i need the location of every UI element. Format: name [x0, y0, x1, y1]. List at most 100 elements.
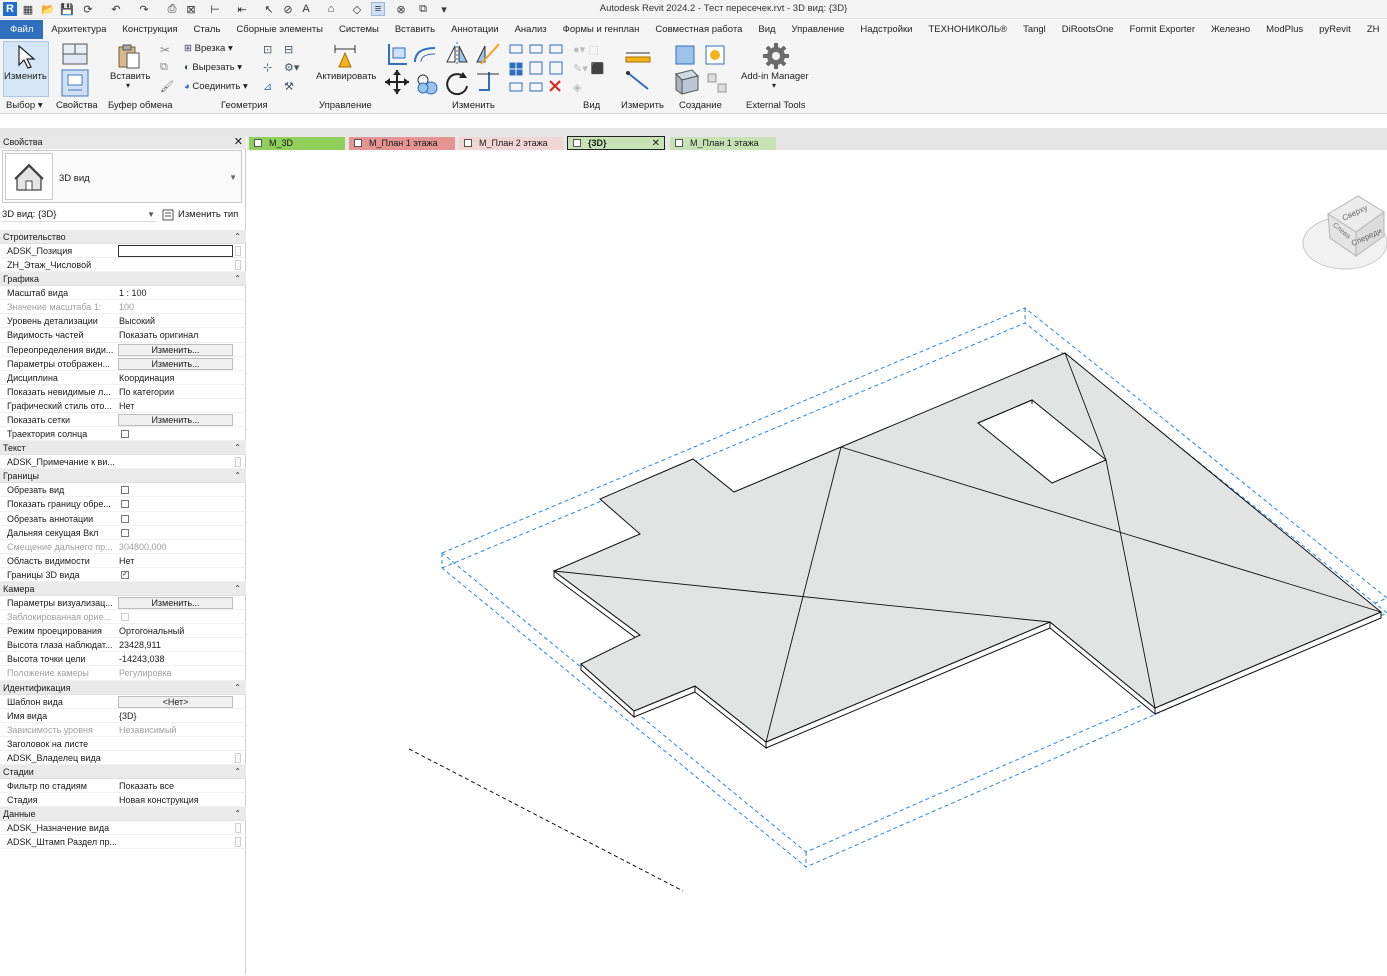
3d-view-canvas[interactable]: Сверху Спереди Слева — [247, 150, 1387, 974]
panel-select-label[interactable]: Выбор ▾ — [6, 100, 43, 111]
unpin-icon[interactable] — [549, 61, 563, 75]
split-icon[interactable] — [509, 44, 523, 54]
property-value[interactable]: 1 : 100 — [119, 286, 233, 300]
property-value[interactable]: Ортогональный — [119, 624, 233, 638]
measure-icons[interactable] — [624, 43, 660, 95]
align-icon[interactable] — [388, 44, 407, 65]
parameter-button[interactable] — [235, 752, 241, 763]
property-checkbox[interactable] — [121, 514, 129, 523]
scale-icon[interactable] — [529, 61, 543, 75]
mirror-axis-icon[interactable] — [446, 42, 468, 64]
trim-icon[interactable] — [477, 72, 499, 91]
collapse-icon[interactable]: ⌃ — [234, 582, 241, 596]
view-tab[interactable]: М_План 2 этажа — [459, 137, 563, 150]
menu-tab-3[interactable]: Сталь — [186, 20, 229, 39]
cut-geometry-button[interactable]: ⊞ Врезка ▾ — [184, 43, 233, 54]
property-group-header[interactable]: Строительство ⌃ — [0, 230, 246, 244]
demolish-icon[interactable]: ⊟ — [284, 43, 293, 56]
properties-icon[interactable] — [60, 42, 90, 100]
property-group-header[interactable]: Стадии ⌃ — [0, 765, 246, 779]
activate-label[interactable]: Активировать — [316, 71, 377, 82]
property-group-header[interactable]: Камера ⌃ — [0, 581, 246, 596]
property-value[interactable]: Нет — [119, 554, 233, 568]
cut-icon[interactable]: ✂ — [160, 43, 170, 57]
rotate-icon[interactable] — [446, 72, 468, 96]
property-input[interactable] — [118, 245, 233, 257]
collapse-icon[interactable]: ⌃ — [234, 765, 241, 779]
menu-tab-15[interactable]: Tangl — [1015, 20, 1054, 39]
mirror-draw-icon[interactable] — [476, 43, 500, 65]
collapse-icon[interactable]: ⌃ — [234, 272, 241, 286]
linework-icon[interactable]: ◈ — [573, 81, 581, 94]
copy-icon[interactable]: ⧉ — [160, 61, 168, 74]
property-value[interactable]: Координация — [119, 371, 233, 385]
view-tab[interactable]: М_3D — [249, 137, 345, 150]
paste-label[interactable]: Вставить — [110, 71, 150, 82]
hide-icon[interactable]: ●▾ ⬚ — [573, 43, 599, 56]
paint-icon[interactable]: ⊿ — [263, 80, 272, 93]
cope-button[interactable]: ◐ Вырезать ▾ — [184, 62, 242, 73]
create-icons[interactable] — [672, 42, 732, 96]
menu-tab-19[interactable]: ModPlus — [1258, 20, 1311, 39]
property-edit-button[interactable]: <Нет> — [118, 695, 233, 708]
delete-icon[interactable] — [549, 80, 561, 92]
array-icon[interactable] — [509, 82, 523, 92]
property-group-header[interactable]: Текст ⌃ — [0, 441, 246, 456]
property-edit-button[interactable]: Изменить... — [118, 414, 233, 427]
property-checkbox[interactable] — [121, 500, 129, 509]
activate-icon[interactable] — [332, 43, 358, 71]
close-icon[interactable]: ✕ — [234, 136, 243, 149]
property-edit-button[interactable]: Изменить... — [118, 357, 233, 370]
offset-icon[interactable] — [414, 47, 436, 63]
menu-tab-6[interactable]: Вставить — [387, 20, 443, 39]
parameter-button[interactable] — [235, 457, 241, 468]
property-checkbox[interactable] — [121, 486, 129, 495]
menu-tab-18[interactable]: Железно — [1203, 20, 1258, 39]
parameter-button[interactable] — [235, 260, 241, 271]
property-group-header[interactable]: Графика ⌃ — [0, 272, 246, 287]
property-value[interactable]: Нет — [119, 399, 233, 413]
property-value[interactable]: Новая конструкция — [119, 793, 233, 807]
collapse-icon[interactable]: ⌃ — [234, 230, 241, 244]
pin-icon[interactable] — [549, 44, 563, 54]
menu-tab-14[interactable]: ТЕХНОНИКОЛЬ® — [920, 20, 1015, 39]
property-edit-button[interactable]: Изменить... — [118, 596, 233, 609]
addin-dropdown-icon[interactable]: ▾ — [772, 81, 776, 90]
collapse-icon[interactable]: ⌃ — [234, 441, 241, 455]
copy-elements-icon[interactable] — [417, 74, 438, 95]
parameter-button[interactable] — [235, 837, 241, 848]
split-face-icon[interactable]: ⊹ — [263, 61, 272, 74]
menu-tab-0[interactable]: Файл — [0, 20, 44, 39]
menu-tab-11[interactable]: Вид — [750, 20, 783, 39]
beam-join-icon[interactable]: ⚙▾ — [284, 61, 299, 74]
property-group-header[interactable]: Идентификация ⌃ — [0, 680, 246, 695]
hammer-icon[interactable]: ⚒ — [284, 80, 294, 93]
menu-tab-20[interactable]: pyRevit — [1311, 20, 1359, 39]
parameter-button[interactable] — [235, 823, 241, 834]
override-icon[interactable]: ✎▾ ⬛ — [573, 62, 605, 75]
paste-icon[interactable] — [116, 43, 142, 71]
paste-dropdown-icon[interactable]: ▾ — [126, 81, 130, 90]
property-value[interactable]: 23428,911 — [119, 638, 233, 652]
menu-tab-2[interactable]: Конструкция — [114, 20, 185, 39]
property-checkbox[interactable]: ✓ — [121, 570, 129, 579]
move-icon[interactable] — [385, 70, 409, 94]
property-checkbox[interactable] — [121, 430, 129, 439]
close-tab-icon[interactable]: ✕ — [652, 137, 660, 150]
menu-tab-9[interactable]: Формы и генплан — [555, 20, 648, 39]
property-value[interactable]: Показать все — [119, 779, 233, 793]
property-group-header[interactable]: Данные ⌃ — [0, 807, 246, 822]
view-tab[interactable]: М_План 1 этажа — [349, 137, 455, 150]
type-selector[interactable]: 3D вид ▼ — [2, 150, 242, 203]
property-value[interactable]: -14243,038 — [119, 652, 233, 666]
menu-tab-12[interactable]: Управление — [784, 20, 853, 39]
parameter-button[interactable] — [235, 246, 241, 256]
property-value[interactable]: По категории — [119, 385, 233, 399]
menu-tab-1[interactable]: Архитектура — [43, 20, 114, 39]
type-dropdown-icon[interactable]: ▼ — [229, 173, 237, 182]
menu-tab-16[interactable]: DiRootsOne — [1054, 20, 1122, 39]
model-geometry[interactable]: Сверху Спереди Слева — [247, 150, 1387, 974]
addin-manager-icon[interactable] — [763, 43, 789, 69]
property-value[interactable]: {3D} — [119, 709, 233, 723]
join-button[interactable]: ◕ Соединить ▾ — [184, 81, 248, 92]
